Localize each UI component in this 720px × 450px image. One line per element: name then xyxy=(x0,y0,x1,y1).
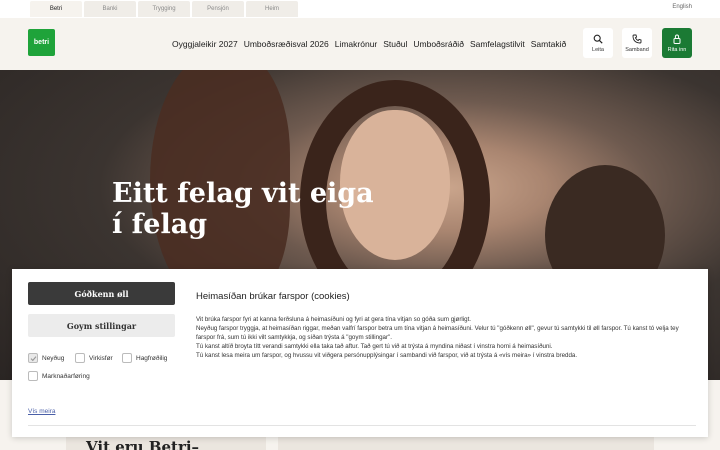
divider xyxy=(28,425,696,426)
brand-tab-banki[interactable]: Banki xyxy=(84,1,136,17)
checkbox-label: Neyðug xyxy=(42,354,65,362)
brand-tab-trygging[interactable]: Trygging xyxy=(138,1,190,17)
checkbox-functional[interactable]: Virkisfør xyxy=(75,353,113,363)
checkbox-box[interactable] xyxy=(122,353,132,363)
checkbox-label: Marknaðarføring xyxy=(42,372,90,380)
betri-logo[interactable]: betri xyxy=(28,29,55,56)
brand-tab-pensjon[interactable]: Pensjón xyxy=(192,1,244,17)
checkbox-box[interactable] xyxy=(75,353,85,363)
cookie-paragraph: Tú kanst lesa meira um farspor, og hvuss… xyxy=(196,352,578,359)
phone-icon xyxy=(632,34,642,43)
nav-item-limakronur[interactable]: Limakrónur xyxy=(335,39,378,49)
nav-item-samtakid[interactable]: Samtakið xyxy=(531,39,566,49)
show-more-link[interactable]: Vís meira xyxy=(28,408,55,415)
save-settings-button[interactable]: Goym stillingar xyxy=(28,314,175,337)
cookie-paragraph: Tú kanst altíð broyta títt verandi samty… xyxy=(196,343,553,350)
section-title: Vit eru Betri– xyxy=(86,438,200,450)
search-button[interactable]: Leita xyxy=(583,28,613,58)
checkbox-statistics[interactable]: Hagfrøðilig xyxy=(122,353,167,363)
hero-title: Eitt felag vit eiga í felag xyxy=(112,178,374,240)
nav-item-samfelagstilvit[interactable]: Samfelagstilvit xyxy=(470,39,525,49)
search-icon xyxy=(593,34,603,44)
cookie-dialog: Góðkenn øll Goym stillingar Neyðug Virki… xyxy=(12,269,708,437)
nav-item-umbodsraedisval[interactable]: Umboðsræðisval 2026 xyxy=(244,39,329,49)
checkbox-box[interactable] xyxy=(28,353,38,363)
contact-button[interactable]: Samband xyxy=(622,28,652,58)
nav-item-studul[interactable]: Stuðul xyxy=(383,39,407,49)
nav-item-umbodsradid[interactable]: Umboðsráðið xyxy=(413,39,464,49)
cookie-paragraph: Neyðug farspor tryggja, at heimasíðan ri… xyxy=(196,325,679,341)
checkbox-box[interactable] xyxy=(28,371,38,381)
lock-icon xyxy=(673,33,681,44)
cookie-title: Heimasíðan brúkar farspor (cookies) xyxy=(196,291,350,302)
cookie-body: Vit brúka farspor fyri at kanna ferðslun… xyxy=(196,315,692,360)
check-icon xyxy=(30,355,36,361)
brand-tabs: Betri Banki Trygging Pensjón Heim xyxy=(30,1,298,17)
checkbox-marketing[interactable]: Marknaðarføring xyxy=(28,371,90,381)
main-nav: Oyggjaleikir 2027 Umboðsræðisval 2026 Li… xyxy=(172,39,566,49)
site-header: betri Oyggjaleikir 2027 Umboðsræðisval 2… xyxy=(0,18,720,70)
brand-bar: Betri Banki Trygging Pensjón Heim Englis… xyxy=(0,0,720,18)
nav-item-oyggjaleikir[interactable]: Oyggjaleikir 2027 xyxy=(172,39,238,49)
brand-tab-heim[interactable]: Heim xyxy=(246,1,298,17)
brand-tab-betri[interactable]: Betri xyxy=(30,1,82,17)
login-button[interactable]: Rita inn xyxy=(662,28,692,58)
login-label: Rita inn xyxy=(667,46,687,53)
intro-card-right xyxy=(278,436,654,450)
checkbox-necessary[interactable]: Neyðug xyxy=(28,353,64,363)
cookie-paragraph: Vit brúka farspor fyri at kanna ferðslun… xyxy=(196,316,472,323)
contact-label: Samband xyxy=(625,46,649,53)
checkbox-label: Hagfrøðilig xyxy=(136,354,168,362)
accept-all-button[interactable]: Góðkenn øll xyxy=(28,282,175,305)
search-label: Leita xyxy=(592,46,604,53)
checkbox-label: Virkisfør xyxy=(89,354,113,362)
language-link[interactable]: English xyxy=(672,4,692,10)
